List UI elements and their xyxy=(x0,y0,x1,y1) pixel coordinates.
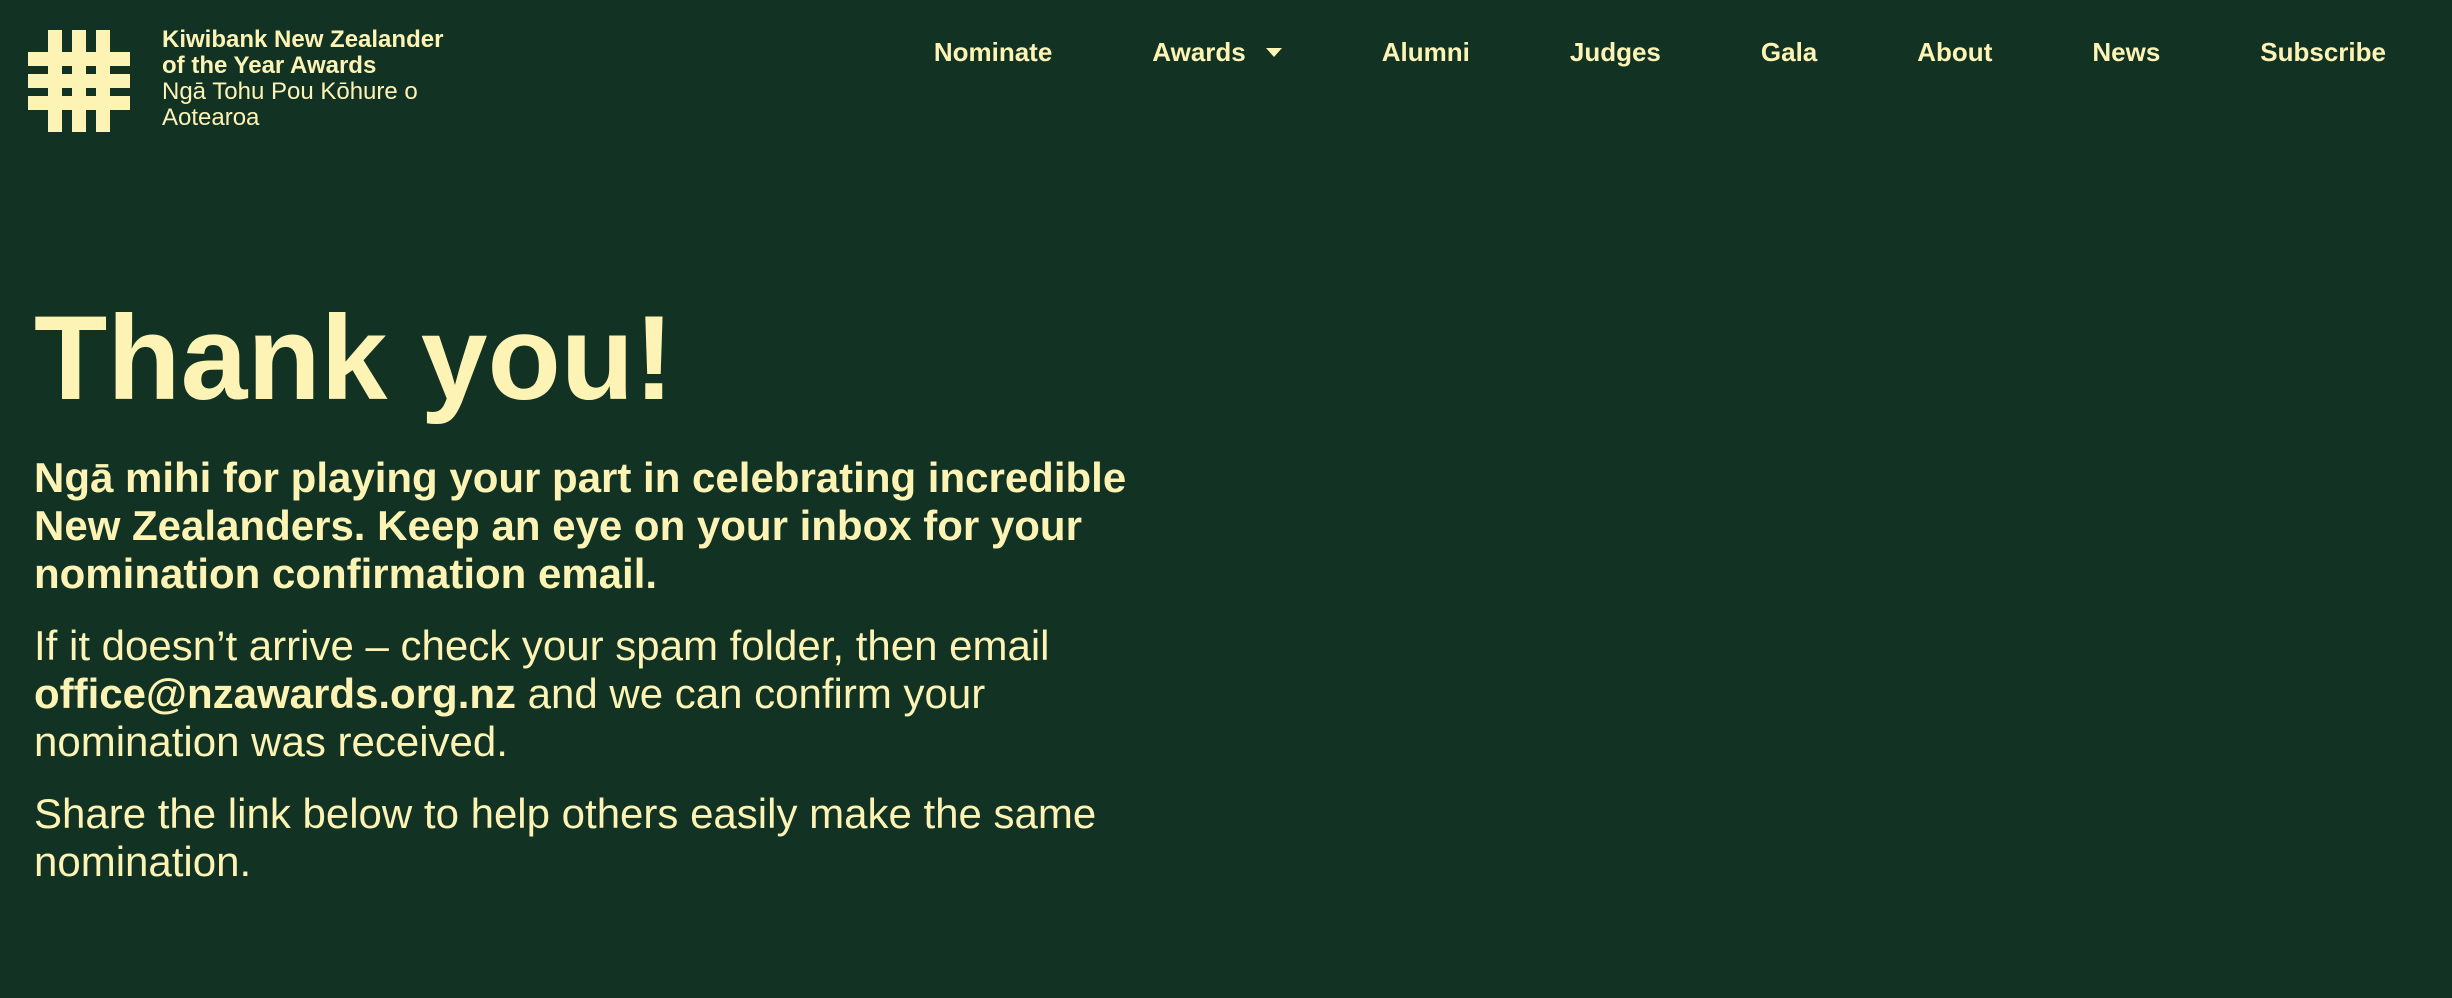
nav-item-gala[interactable]: Gala xyxy=(1761,32,1817,72)
nav-item-subscribe[interactable]: Subscribe xyxy=(2260,32,2386,72)
nav-item-label: News xyxy=(2092,37,2161,67)
nav-item-nominate[interactable]: Nominate xyxy=(934,32,1052,72)
thank-you-section: Thank you! Ngā mihi for playing your par… xyxy=(34,292,1134,886)
nav-item-news[interactable]: News xyxy=(2092,32,2160,72)
nav-item-alumni[interactable]: Alumni xyxy=(1382,32,1470,72)
hash-icon xyxy=(28,30,130,132)
nav-item-awards[interactable]: Awards xyxy=(1152,32,1282,72)
nav-item-label: About xyxy=(1917,37,1993,67)
nav-item-label: Nominate xyxy=(933,37,1053,67)
chevron-down-icon xyxy=(1265,47,1282,57)
lead-paragraph: Ngā mihi for playing your part in celebr… xyxy=(34,454,1127,597)
nav-item-about[interactable]: About xyxy=(1917,32,1992,72)
logo-name: Kiwibank New Zealander of the Year Award… xyxy=(162,26,444,79)
contact-email-link[interactable]: office@nzawards.org.nz xyxy=(34,670,516,717)
home-logo-link[interactable]: Kiwibank New Zealander of the Year Award… xyxy=(28,27,472,132)
nav-item-judges[interactable]: Judges xyxy=(1570,32,1661,72)
nav-item-label: Awards xyxy=(1152,37,1246,67)
main-nav: Nominate Awards Alumni Judges Gala About… xyxy=(934,32,2386,72)
nav-item-label: Judges xyxy=(1569,37,1661,67)
nav-item-label: Alumni xyxy=(1381,37,1470,67)
logo-text: Kiwibank New Zealander of the Year Award… xyxy=(162,27,472,131)
nav-item-label: Gala xyxy=(1760,37,1818,67)
nav-item-label: Subscribe xyxy=(2260,37,2386,67)
page-title: Thank you! xyxy=(34,291,675,425)
logo-maori-name: Ngā Tohu Pou Kōhure o Aotearoa xyxy=(162,78,418,131)
spam-note-text: If it doesn’t arrive – check your spam f… xyxy=(34,622,1050,669)
spam-note-paragraph: If it doesn’t arrive – check your spam f… xyxy=(34,622,1134,766)
share-paragraph: Share the link below to help others easi… xyxy=(34,790,1097,885)
